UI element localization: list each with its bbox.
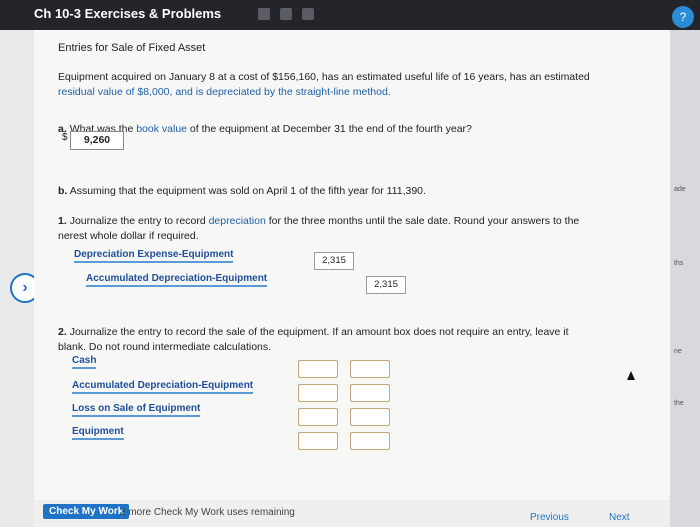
question-1-line-2: nerest whole dollar if required. <box>58 230 199 242</box>
remaining-uses-text: 2 more Check My Work uses remaining <box>120 507 295 518</box>
entry1-account-debit[interactable]: Depreciation Expense-Equipment <box>74 249 234 263</box>
question-2-label: 2. <box>58 326 67 338</box>
intro-line-2: residual value of $8,000, and is depreci… <box>58 85 658 100</box>
calculator-icon[interactable] <box>280 8 292 20</box>
currency-prefix: $ <box>62 132 68 143</box>
entry2-account-cash[interactable]: Cash <box>72 355 97 369</box>
depreciation-link[interactable]: depreciation <box>209 215 266 227</box>
question-1-text-1: Journalize the entry to record <box>69 215 209 227</box>
entry2-accum-dep-debit-input[interactable] <box>298 384 338 402</box>
entry2-cash-debit-input[interactable] <box>298 360 338 378</box>
entry1-debit-input[interactable]: 2,315 <box>314 252 354 270</box>
entry2-accum-dep-credit-input[interactable] <box>350 384 390 402</box>
mouse-cursor-icon <box>627 371 635 380</box>
question-2-line-1: 2. Journalize the entry to record the sa… <box>58 325 658 340</box>
window-title: Ch 10-3 Exercises & Problems <box>34 6 222 21</box>
exercise-heading: Entries for Sale of Fixed Asset <box>58 42 206 54</box>
entry2-loss-debit-input[interactable] <box>298 408 338 426</box>
right-panel: ade ths ne the <box>670 30 700 527</box>
question-b-label: b. <box>58 185 68 197</box>
entry1-account-credit[interactable]: Accumulated Depreciation-Equipment <box>86 273 268 287</box>
question-1: 1. Journalize the entry to record deprec… <box>58 214 658 244</box>
question-1-label: 1. <box>58 215 67 227</box>
entry2-account-loss[interactable]: Loss on Sale of Equipment <box>72 403 201 417</box>
question-2-line-2: blank. Do not round intermediate calcula… <box>58 341 272 353</box>
question-1-text-2: for the three months until the sale date… <box>265 215 580 227</box>
question-b-text: Assuming that the equipment was sold on … <box>69 185 426 197</box>
entry2-equipment-credit-input[interactable] <box>350 432 390 450</box>
book-value-answer-input[interactable]: 9,260 <box>70 131 124 150</box>
question-a-text-2: of the equipment at December 31 the end … <box>187 123 472 135</box>
entry2-account-equipment[interactable]: Equipment <box>72 426 124 440</box>
entry2-account-accum-dep[interactable]: Accumulated Depreciation-Equipment <box>72 380 254 394</box>
footer-bar: Check My Work 2 more Check My Work uses … <box>34 500 670 527</box>
previous-button[interactable]: Previous <box>530 512 569 523</box>
intro-line-1: Equipment acquired on January 8 at a cos… <box>58 71 590 83</box>
exercise-intro: Equipment acquired on January 8 at a cos… <box>58 70 658 100</box>
list-icon[interactable] <box>302 8 314 20</box>
question-a: a. What was the book value of the equipm… <box>58 122 618 137</box>
speaker-icon[interactable] <box>258 8 270 20</box>
title-bar: Ch 10-3 Exercises & Problems ? <box>0 0 700 30</box>
entry2-equipment-debit-input[interactable] <box>298 432 338 450</box>
help-icon[interactable]: ? <box>672 6 694 28</box>
question-1-line-1: 1. Journalize the entry to record deprec… <box>58 214 658 229</box>
entry1-credit-input[interactable]: 2,315 <box>366 276 406 294</box>
residual-value-link[interactable]: residual value of $8,000, and is depreci… <box>58 86 391 98</box>
check-my-work-button[interactable]: Check My Work <box>43 504 130 519</box>
entry2-cash-credit-input[interactable] <box>350 360 390 378</box>
exercise-sheet: Entries for Sale of Fixed Asset Equipmen… <box>34 30 670 527</box>
question-2-text: Journalize the entry to record the sale … <box>69 326 569 338</box>
entry2-loss-credit-input[interactable] <box>350 408 390 426</box>
book-value-link[interactable]: book value <box>136 123 187 135</box>
question-2: 2. Journalize the entry to record the sa… <box>58 325 658 355</box>
question-b: b. Assuming that the equipment was sold … <box>58 184 618 199</box>
next-button[interactable]: Next <box>609 512 630 523</box>
toolbar-icons <box>258 8 314 20</box>
